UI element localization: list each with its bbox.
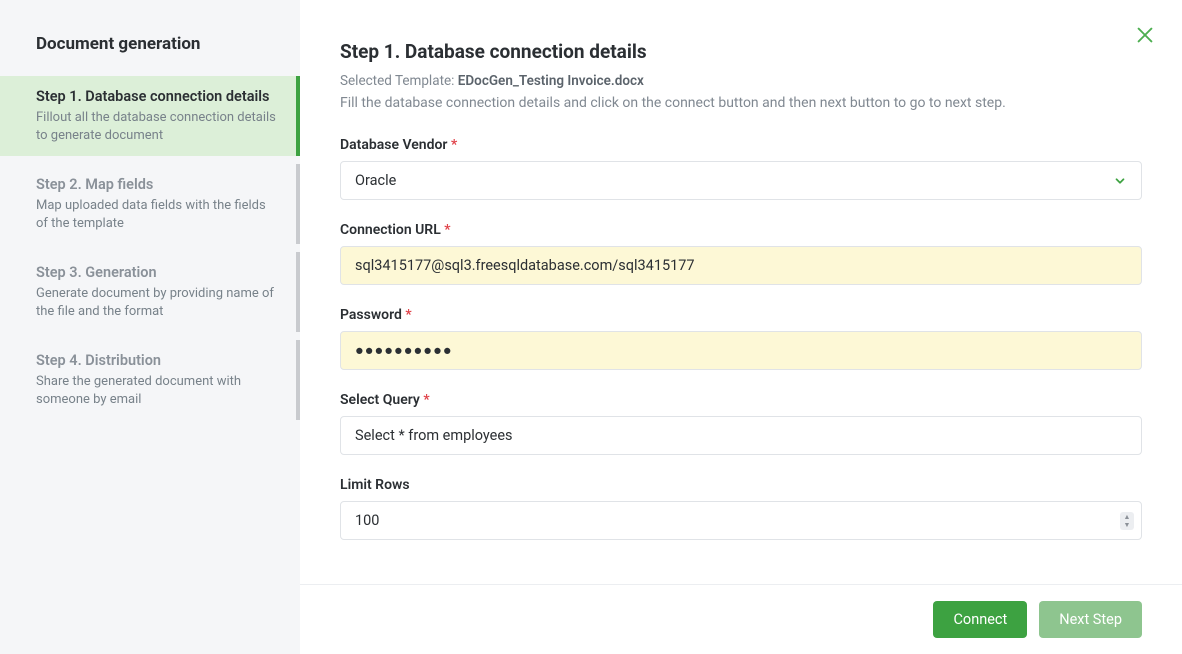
connection-url-input[interactable]	[340, 246, 1142, 285]
wizard-step-2[interactable]: Step 2. Map fields Map uploaded data fie…	[0, 164, 300, 244]
connection-url-label: Connection URL *	[340, 222, 1142, 238]
instructions-text: Fill the database connection details and…	[340, 95, 1142, 111]
wizard-step-3-title: Step 3. Generation	[36, 264, 276, 281]
wizard-step-1-title: Step 1. Database connection details	[36, 88, 276, 105]
wizard-sidebar: Document generation Step 1. Database con…	[0, 0, 300, 654]
selected-template-label: Selected Template:	[340, 73, 458, 89]
wizard-footer: Connect Next Step	[300, 584, 1182, 654]
password-label: Password *	[340, 307, 1142, 323]
password-input[interactable]	[340, 331, 1142, 370]
vendor-label: Database Vendor *	[340, 137, 1142, 153]
connect-button[interactable]: Connect	[933, 601, 1027, 638]
wizard-step-3-desc: Generate document by providing name of t…	[36, 285, 276, 320]
wizard-step-4-title: Step 4. Distribution	[36, 352, 276, 369]
close-icon	[1134, 24, 1156, 46]
number-stepper[interactable]: ▲ ▼	[1120, 512, 1134, 530]
wizard-step-4[interactable]: Step 4. Distribution Share the generated…	[0, 340, 300, 420]
select-query-input[interactable]	[340, 416, 1142, 455]
wizard-main: Step 1. Database connection details Sele…	[300, 0, 1182, 654]
vendor-select[interactable]: Oracle	[340, 161, 1142, 200]
wizard-step-2-title: Step 2. Map fields	[36, 176, 276, 193]
selected-template-value: EDocGen_Testing Invoice.docx	[458, 73, 644, 89]
close-button[interactable]	[1134, 24, 1156, 46]
wizard-step-1-desc: Fillout all the database connection deta…	[36, 109, 276, 144]
wizard-step-4-desc: Share the generated document with someon…	[36, 373, 276, 408]
document-generation-modal: Document generation Step 1. Database con…	[0, 0, 1182, 654]
selected-template-line: Selected Template: EDocGen_Testing Invoi…	[340, 73, 1142, 89]
wizard-step-1[interactable]: Step 1. Database connection details Fill…	[0, 76, 300, 156]
wizard-step-2-desc: Map uploaded data fields with the fields…	[36, 197, 276, 232]
limit-rows-label: Limit Rows	[340, 477, 1142, 493]
chevron-down-icon: ▼	[1124, 521, 1131, 529]
select-query-label: Select Query *	[340, 392, 1142, 408]
limit-rows-input[interactable]	[340, 501, 1142, 540]
chevron-down-icon	[1113, 174, 1127, 188]
wizard-step-3[interactable]: Step 3. Generation Generate document by …	[0, 252, 300, 332]
next-step-button[interactable]: Next Step	[1039, 601, 1142, 638]
vendor-select-value: Oracle	[355, 172, 396, 189]
sidebar-title: Document generation	[0, 34, 300, 76]
page-heading: Step 1. Database connection details	[340, 40, 1142, 63]
chevron-up-icon: ▲	[1124, 513, 1131, 521]
